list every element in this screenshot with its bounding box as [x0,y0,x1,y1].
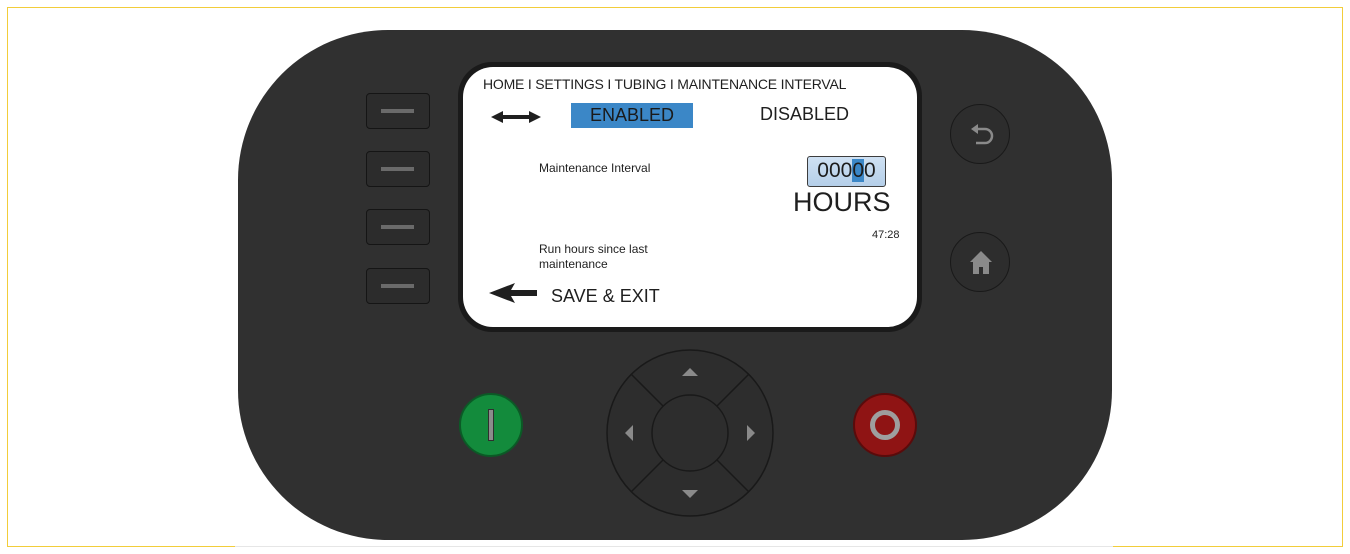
center-button[interactable] [651,394,729,472]
soft-key-2[interactable] [366,151,430,187]
disabled-option[interactable]: DISABLED [760,104,849,125]
run-hours-value: 47:28 [872,229,900,241]
soft-key-4[interactable] [366,268,430,304]
soft-key-bar [381,109,414,113]
breadcrumb: HOME I SETTINGS I TUBING I MAINTENANCE I… [483,76,847,92]
soft-key-1[interactable] [366,93,430,129]
return-icon [971,124,994,145]
value-prefix: 000 [817,159,853,182]
hours-unit: HOURS [793,187,891,217]
run-hours-label: Run hours since last maintenance [539,242,648,271]
home-button[interactable] [950,232,1010,292]
save-exit-button[interactable]: SAVE & EXIT [551,286,660,307]
maintenance-interval-label: Maintenance Interval [539,161,651,175]
directional-pad [606,349,774,517]
divider [235,546,1113,547]
soft-key-3[interactable] [366,209,430,245]
back-arrow-icon [489,283,537,303]
left-right-arrow-icon [491,111,541,123]
display-screen: HOME I SETTINGS I TUBING I MAINTENANCE I… [463,67,917,327]
value-suffix: 0 [864,159,876,182]
stop-button[interactable] [853,393,917,457]
enabled-option[interactable]: ENABLED [571,103,693,128]
stop-icon [870,410,900,440]
soft-key-bar [381,167,414,171]
home-icon [970,251,992,274]
soft-key-bar [381,284,414,288]
return-button[interactable] [950,104,1010,164]
maintenance-interval-input[interactable]: 00000 [807,156,886,187]
soft-key-bar [381,225,414,229]
start-icon [488,409,494,441]
start-button[interactable] [459,393,523,457]
value-cursor-digit: 0 [852,159,865,182]
